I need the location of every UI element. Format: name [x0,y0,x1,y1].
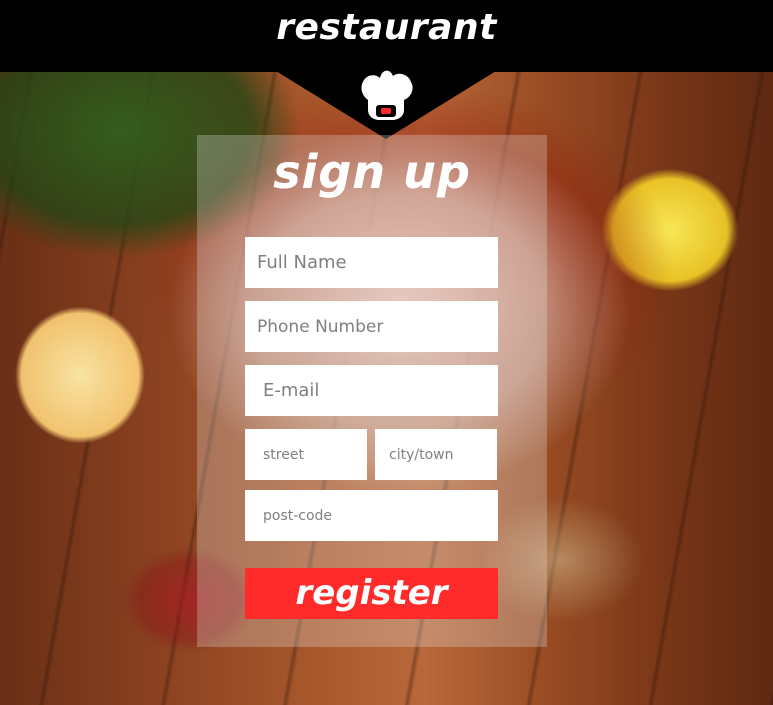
city-town-field[interactable] [375,429,497,480]
phone-number-field[interactable] [245,301,498,352]
street-field[interactable] [245,429,367,480]
register-button[interactable]: register [245,568,498,619]
signup-title: sign up [273,145,471,199]
full-name-field[interactable] [245,237,498,288]
signup-card: sign up register [197,135,547,647]
brand-logo-text: restaurant [276,7,497,48]
post-code-field[interactable] [245,490,498,541]
chef-hat-icon [361,70,413,120]
email-field[interactable] [245,365,498,416]
